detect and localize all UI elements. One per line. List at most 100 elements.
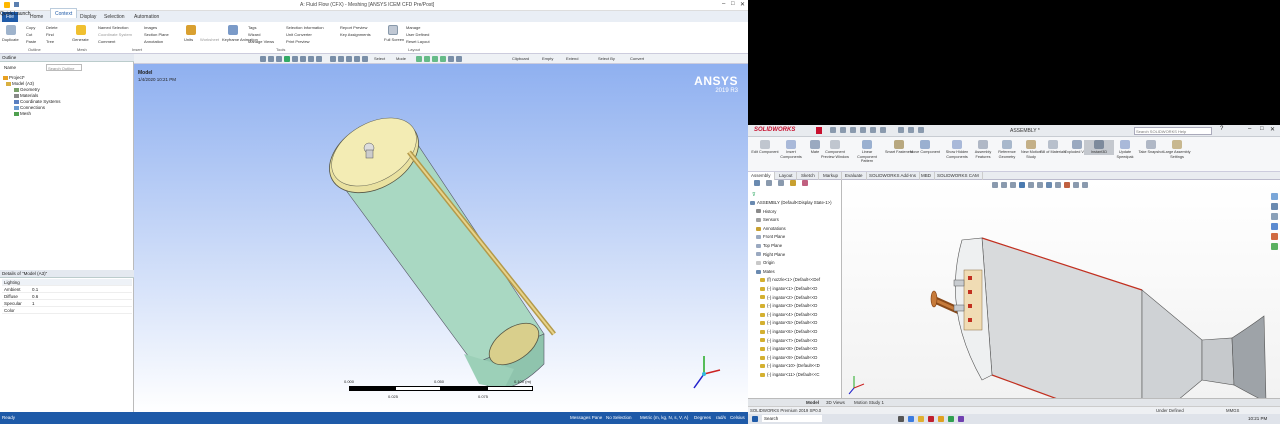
unit-converter-button[interactable]: Unit Converter: [286, 32, 312, 37]
tree-button[interactable]: Tree: [46, 39, 54, 44]
cut-button[interactable]: Cut: [26, 32, 32, 37]
tree-connections[interactable]: Connections: [14, 105, 45, 110]
selection-information-button[interactable]: Selection Information: [286, 25, 324, 30]
zoom-fit-icon[interactable]: [276, 56, 282, 62]
iso-view-icon[interactable]: [346, 56, 352, 62]
zoom-in-icon[interactable]: [260, 56, 266, 62]
pan-icon[interactable]: [292, 56, 298, 62]
app2-taskbar-icon[interactable]: [958, 416, 964, 422]
tree-node[interactable]: Annotations: [756, 226, 786, 231]
rotate-icon[interactable]: [284, 56, 290, 62]
details-row[interactable]: Specular 1: [2, 300, 132, 307]
node-select-icon[interactable]: [448, 56, 454, 62]
tree-component[interactable]: (-) ingator<6> (Default<<D: [760, 329, 817, 334]
sw-maximize-icon[interactable]: □: [1260, 126, 1264, 132]
tab-sketch[interactable]: Sketch: [798, 172, 819, 180]
tree-component[interactable]: (-) ingator<10> (Default<<D: [760, 363, 820, 368]
extend-dropdown[interactable]: Extend: [566, 56, 578, 61]
copy-button[interactable]: Copy: [26, 25, 35, 30]
linear-pattern-button[interactable]: Linear Component Pattern: [852, 140, 882, 164]
file-explorer-icon[interactable]: [1271, 213, 1278, 220]
messages-pane-button[interactable]: Messages Pane: [570, 415, 602, 420]
custom-properties-icon[interactable]: [1271, 243, 1278, 250]
delete-button[interactable]: Delete: [46, 25, 58, 30]
angle-units-status[interactable]: Degrees: [694, 415, 711, 420]
config-manager-tab-icon[interactable]: [778, 180, 784, 186]
print-icon[interactable]: [870, 127, 876, 133]
section-plane-button[interactable]: Section Plane: [144, 32, 169, 37]
tree-component[interactable]: (-) ingator<7> (Default<<D: [760, 338, 817, 343]
design-library-icon[interactable]: [1271, 203, 1278, 210]
dim-expert-tab-icon[interactable]: [790, 180, 796, 186]
worksheet-button[interactable]: Worksheet: [200, 37, 219, 42]
component-preview-button[interactable]: Component Preview Window: [820, 140, 850, 159]
tree-component[interactable]: (-) ingator<4> (Default<<D: [760, 312, 817, 317]
top-view-icon[interactable]: [362, 56, 368, 62]
tab-context[interactable]: Context: [50, 8, 78, 18]
details-row[interactable]: Lighting: [2, 279, 132, 286]
graphics-viewport[interactable]: Model 1/4/2020 10:21 PM ANSYS 2019 R3 0.…: [134, 64, 748, 412]
vertex-select-icon[interactable]: [416, 56, 422, 62]
tree-node[interactable]: Origin: [756, 260, 774, 265]
rebuild-icon[interactable]: [908, 127, 914, 133]
view-palette-icon[interactable]: [1271, 223, 1278, 230]
start-icon[interactable]: [752, 416, 758, 422]
convert-dropdown[interactable]: Convert: [630, 56, 644, 61]
zoom-box-icon[interactable]: [300, 56, 306, 62]
sw-graphics-area[interactable]: [842, 180, 1280, 402]
units-status[interactable]: Metric (m, kg, N, s, V, A): [640, 415, 688, 420]
generate-icon[interactable]: [76, 25, 86, 35]
duplicate-button[interactable]: Duplicate: [2, 37, 19, 42]
tree-component[interactable]: (-) ingator<5> (Default<<D: [760, 320, 817, 325]
solidworks-taskbar-icon[interactable]: [928, 416, 934, 422]
tree-mesh[interactable]: Mesh: [14, 111, 31, 116]
manage-views-button[interactable]: Manage Views: [248, 39, 274, 44]
reset-layout-button[interactable]: Reset Layout: [406, 39, 430, 44]
open-icon[interactable]: [850, 127, 856, 133]
next-view-icon[interactable]: [338, 56, 344, 62]
select-by-dropdown[interactable]: Select By: [598, 56, 615, 61]
tab-display[interactable]: Display: [76, 12, 100, 22]
tags-button[interactable]: Tags: [248, 25, 256, 30]
rotation-units-status[interactable]: rad/s: [716, 415, 726, 420]
tree-node[interactable]: Mates: [756, 269, 775, 274]
images-button[interactable]: Images: [144, 25, 157, 30]
tree-coordinate-systems[interactable]: Coordinate Systems: [14, 99, 61, 104]
tab-cam[interactable]: SOLIDWORKS CAM: [934, 172, 983, 180]
save-icon[interactable]: [860, 127, 866, 133]
select-label[interactable]: Select: [374, 56, 385, 61]
tab-mbd[interactable]: MBD: [918, 172, 935, 180]
details-row[interactable]: Diffuse 0.6: [2, 293, 132, 300]
tab-selection[interactable]: Selection: [100, 12, 129, 22]
body-select-icon[interactable]: [440, 56, 446, 62]
task-view-icon[interactable]: [898, 416, 904, 422]
filter-icon[interactable]: ⊽: [752, 192, 756, 198]
fit-icon[interactable]: [308, 56, 314, 62]
tree-materials[interactable]: Materials: [14, 93, 38, 98]
appearances-icon[interactable]: [1271, 233, 1278, 240]
feature-tree-tab-icon[interactable]: [754, 180, 760, 186]
select-icon[interactable]: [898, 127, 904, 133]
edge-icon[interactable]: [908, 416, 914, 422]
tree-geometry[interactable]: Geometry: [14, 87, 40, 92]
find-button[interactable]: Find: [46, 32, 54, 37]
annotation-button[interactable]: Annotation: [144, 39, 163, 44]
coordinate-system-button[interactable]: Coordinate System: [98, 32, 132, 37]
tree-component[interactable]: (-) ingator<11> (Default<<C: [760, 372, 819, 377]
paste-button[interactable]: Paste: [26, 39, 36, 44]
zoom-out-icon[interactable]: [268, 56, 274, 62]
print-preview-button[interactable]: Print Preview: [286, 39, 310, 44]
tree-node[interactable]: History: [756, 209, 776, 214]
quick-launch-input[interactable]: Quick Launch: [0, 11, 31, 17]
tab-addins[interactable]: SOLIDWORKS Add-Ins: [866, 172, 921, 180]
clipboard-dropdown[interactable]: Clipboard: [512, 56, 529, 61]
tab-markup[interactable]: Markup: [820, 172, 843, 180]
edge-select-icon[interactable]: [424, 56, 430, 62]
tab-evaluate[interactable]: Evaluate: [842, 172, 867, 180]
tab-automation[interactable]: Automation: [130, 12, 163, 22]
face-select-icon[interactable]: [432, 56, 438, 62]
new-doc-icon[interactable]: [840, 127, 846, 133]
minimize-icon[interactable]: –: [722, 1, 725, 7]
full-screen-button[interactable]: Full Screen: [384, 37, 404, 42]
tree-root-assembly[interactable]: ASSEMBLY (Default<Display State-1>): [750, 200, 832, 205]
